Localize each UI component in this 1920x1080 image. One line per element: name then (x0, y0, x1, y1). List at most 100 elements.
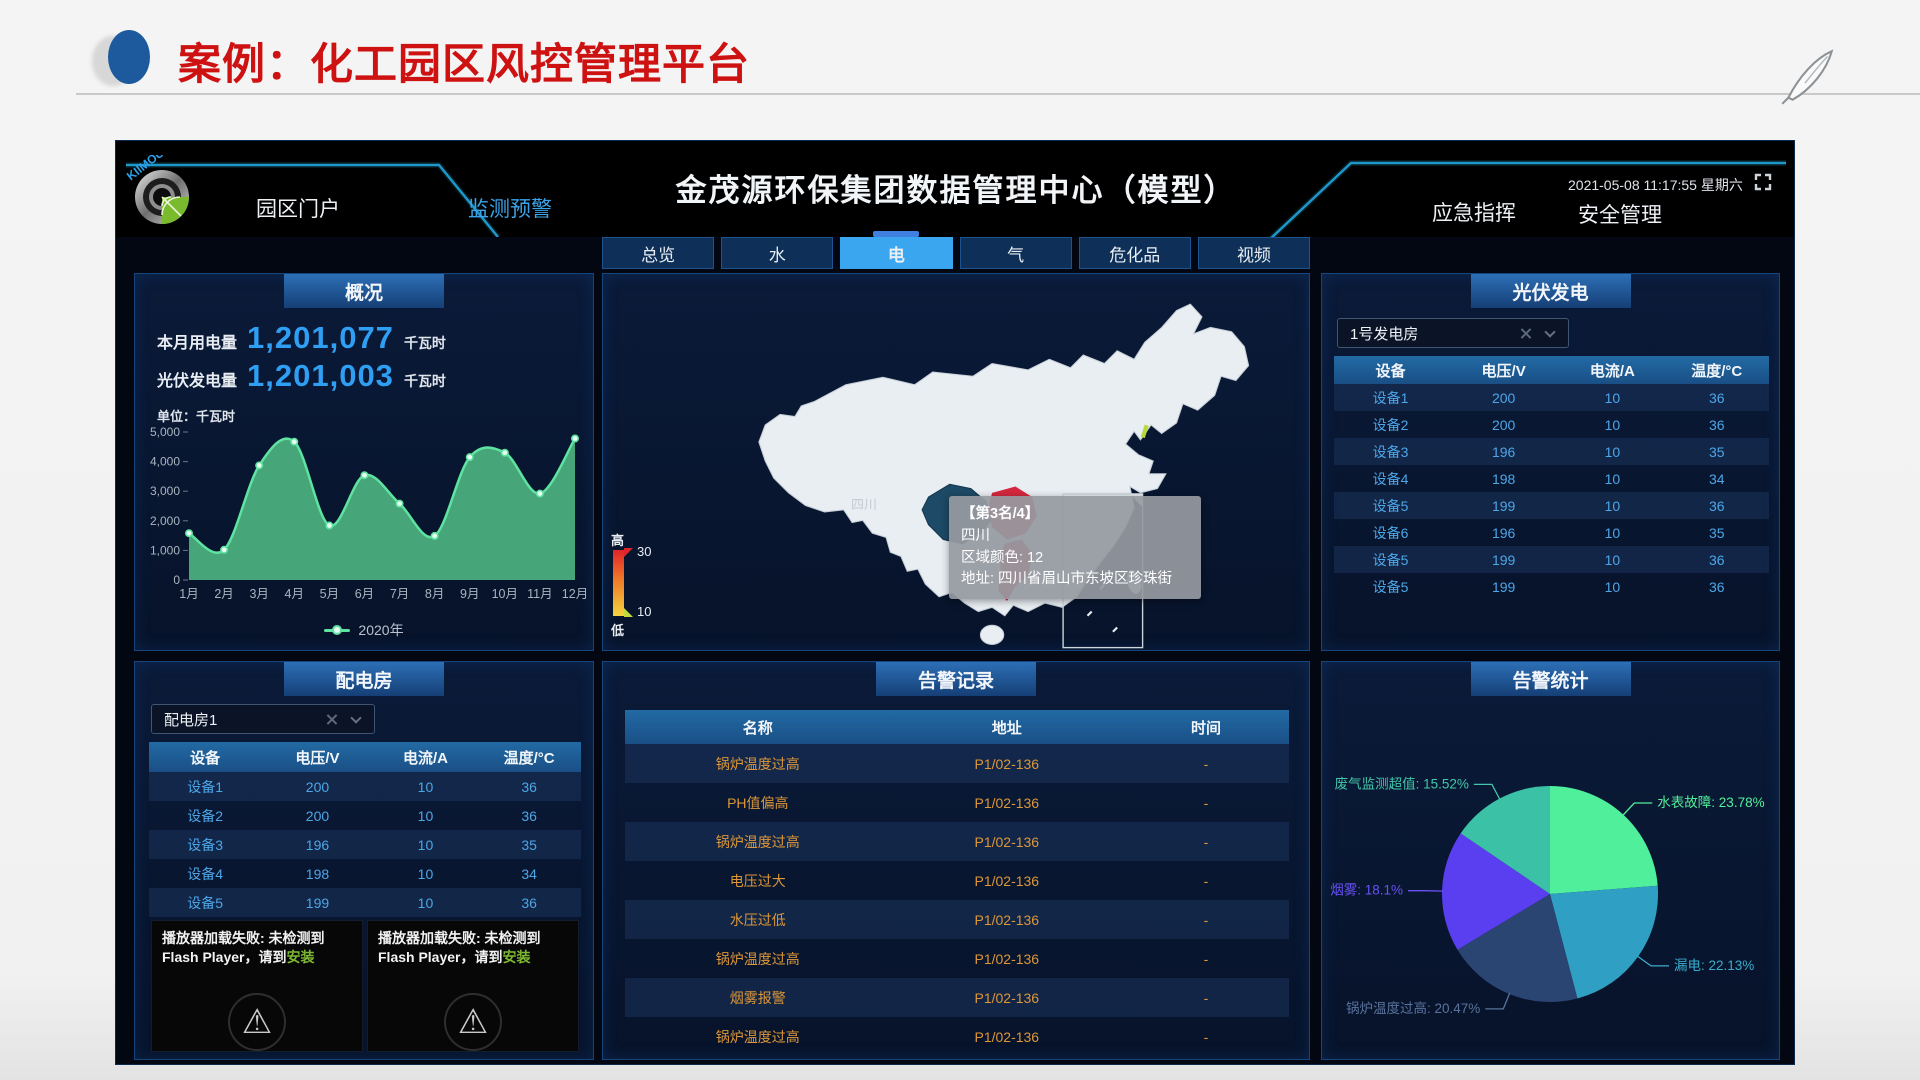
svg-text:11月: 11月 (527, 587, 552, 601)
power-room-device-table: 设备电压/V电流/A温度/°C设备12001036设备22001036设备319… (149, 742, 581, 917)
column-header: 名称 (625, 717, 891, 738)
table-cell: 10 (1560, 525, 1664, 541)
slide-title: 案例：化工园区风控管理平台 (178, 30, 750, 92)
table-cell: 196 (1447, 444, 1560, 460)
scale-handle-min[interactable] (624, 608, 633, 617)
table-cell: 200 (261, 779, 373, 795)
table-cell: 10 (1560, 390, 1664, 406)
nav-safety-management[interactable]: 安全管理 (1578, 199, 1662, 229)
tab-危化品[interactable]: 危化品 (1079, 237, 1191, 269)
table-row: 锅炉温度过高P1/02-136- (625, 1017, 1289, 1056)
column-header: 电流/A (1560, 360, 1664, 381)
table-cell: 35 (477, 837, 581, 853)
stat-unit: 千瓦时 (404, 371, 446, 391)
dashboard-header: KIIMOU 园区门户 监测预警 金茂源环保集团数据管理中心（模型） 应急指挥 … (116, 141, 1795, 237)
table-cell: 设备2 (149, 806, 261, 826)
svg-text:3月: 3月 (249, 587, 268, 601)
clear-icon[interactable] (325, 713, 338, 726)
table-cell: 10 (374, 837, 478, 853)
table-cell: 设备5 (1334, 550, 1447, 570)
table-cell: 200 (261, 808, 373, 824)
pie-slice-水表故障[interactable] (1550, 786, 1658, 894)
pv-panel: 光伏发电 1号发电房 设备电压/V电流/A温度/°C设备12001036设备22… (1321, 273, 1780, 651)
pie-label: 水表故障: 23.78% (1657, 795, 1764, 810)
map-tooltip: 【第3名/4】 四川 区域颜色: 12 地址: 四川省眉山市东坡区珍珠街 (949, 496, 1201, 599)
stat-value: 1,201,077 (247, 320, 394, 356)
table-row: 设备41981034 (149, 859, 581, 888)
svg-text:9月: 9月 (460, 587, 479, 601)
table-header: 设备电压/V电流/A温度/°C (1334, 356, 1769, 384)
svg-text:4月: 4月 (285, 587, 304, 601)
column-header: 温度/°C (477, 747, 581, 768)
table-cell: P1/02-136 (891, 795, 1123, 811)
table-cell: 10 (374, 779, 478, 795)
scale-max-value: 30 (637, 544, 651, 559)
svg-text:12月: 12月 (562, 587, 588, 601)
warning-icon: ⚠ (458, 1005, 488, 1039)
tab-视频[interactable]: 视频 (1198, 237, 1310, 269)
svg-text:8月: 8月 (425, 587, 444, 601)
select-value: 配电房1 (164, 709, 217, 730)
alarm-stats-panel: 告警统计 水表故障: 23.78%漏电: 22.13%锅炉温度过高: 20.47… (1321, 661, 1780, 1060)
legend-label: 2020年 (358, 620, 403, 640)
table-row: 设备22001036 (1334, 411, 1769, 438)
svg-text:6月: 6月 (355, 587, 374, 601)
flash-error-text: Flash Player，请到 (162, 949, 287, 965)
table-cell: 电压过大 (625, 871, 891, 891)
table-cell: P1/02-136 (891, 912, 1123, 928)
tab-电[interactable]: 电 (840, 237, 952, 269)
nav-emergency-command[interactable]: 应急指挥 (1432, 197, 1516, 227)
table-cell: 设备1 (1334, 388, 1447, 408)
table-cell: 36 (1665, 498, 1769, 514)
table-cell: - (1123, 873, 1289, 889)
chevron-down-icon[interactable] (1544, 326, 1555, 337)
install-link[interactable]: 安装 (287, 949, 315, 965)
table-cell: P1/02-136 (891, 951, 1123, 967)
tab-水[interactable]: 水 (721, 237, 833, 269)
flash-error-text: 播放器加载失败: 未检测到 (378, 930, 541, 946)
table-cell: - (1123, 1029, 1289, 1045)
table-cell: 设备6 (1334, 523, 1447, 543)
table-cell: 10 (1560, 417, 1664, 433)
pv-room-select[interactable]: 1号发电房 (1337, 318, 1569, 348)
chart-legend[interactable]: 2020年 (135, 620, 593, 640)
install-link[interactable]: 安装 (503, 949, 531, 965)
stat-value: 1,201,003 (247, 358, 394, 394)
chevron-down-icon[interactable] (350, 712, 361, 723)
table-cell: 200 (1447, 417, 1560, 433)
clear-icon[interactable] (1519, 327, 1532, 340)
table-cell: 35 (1665, 525, 1769, 541)
table-cell: - (1123, 990, 1289, 1006)
svg-text:1月: 1月 (179, 587, 198, 601)
dashboard-title: 金茂源环保集团数据管理中心（模型） (116, 165, 1795, 210)
table-row: 设备41981034 (1334, 465, 1769, 492)
tab-总览[interactable]: 总览 (602, 237, 714, 269)
select-value: 1号发电房 (1350, 323, 1418, 344)
table-row: 锅炉温度过高P1/02-136- (625, 744, 1289, 783)
table-row: 电压过大P1/02-136- (625, 861, 1289, 900)
table-cell: 水压过低 (625, 910, 891, 930)
table-cell: 36 (1665, 579, 1769, 595)
table-row: PH值偏高P1/02-136- (625, 783, 1289, 822)
svg-text:2月: 2月 (214, 587, 233, 601)
table-cell: 锅炉温度过高 (625, 832, 891, 852)
scale-gradient-bar (613, 550, 624, 616)
fullscreen-icon[interactable] (1754, 173, 1772, 191)
table-cell: 设备2 (1334, 415, 1447, 435)
table-cell: 199 (1447, 498, 1560, 514)
table-cell: P1/02-136 (891, 1029, 1123, 1045)
table-cell: 10 (374, 895, 478, 911)
tab-气[interactable]: 气 (960, 237, 1072, 269)
svg-text:2,000: 2,000 (150, 514, 180, 528)
stat-label: 光伏发电量 (157, 367, 237, 391)
table-cell: 设备3 (1334, 442, 1447, 462)
alarm-record-title: 告警记录 (876, 662, 1036, 696)
table-cell: P1/02-136 (891, 990, 1123, 1006)
table-row: 烟雾报警P1/02-136- (625, 978, 1289, 1017)
table-row: 设备61961035 (1334, 519, 1769, 546)
overview-panel: 概况 本月用电量 1,201,077 千瓦时 光伏发电量 1,201,003 千… (134, 273, 594, 651)
scale-handle-max[interactable] (624, 548, 633, 557)
table-cell: - (1123, 756, 1289, 772)
power-room-select[interactable]: 配电房1 (151, 704, 375, 734)
table-row: 锅炉温度过高P1/02-136- (625, 939, 1289, 978)
